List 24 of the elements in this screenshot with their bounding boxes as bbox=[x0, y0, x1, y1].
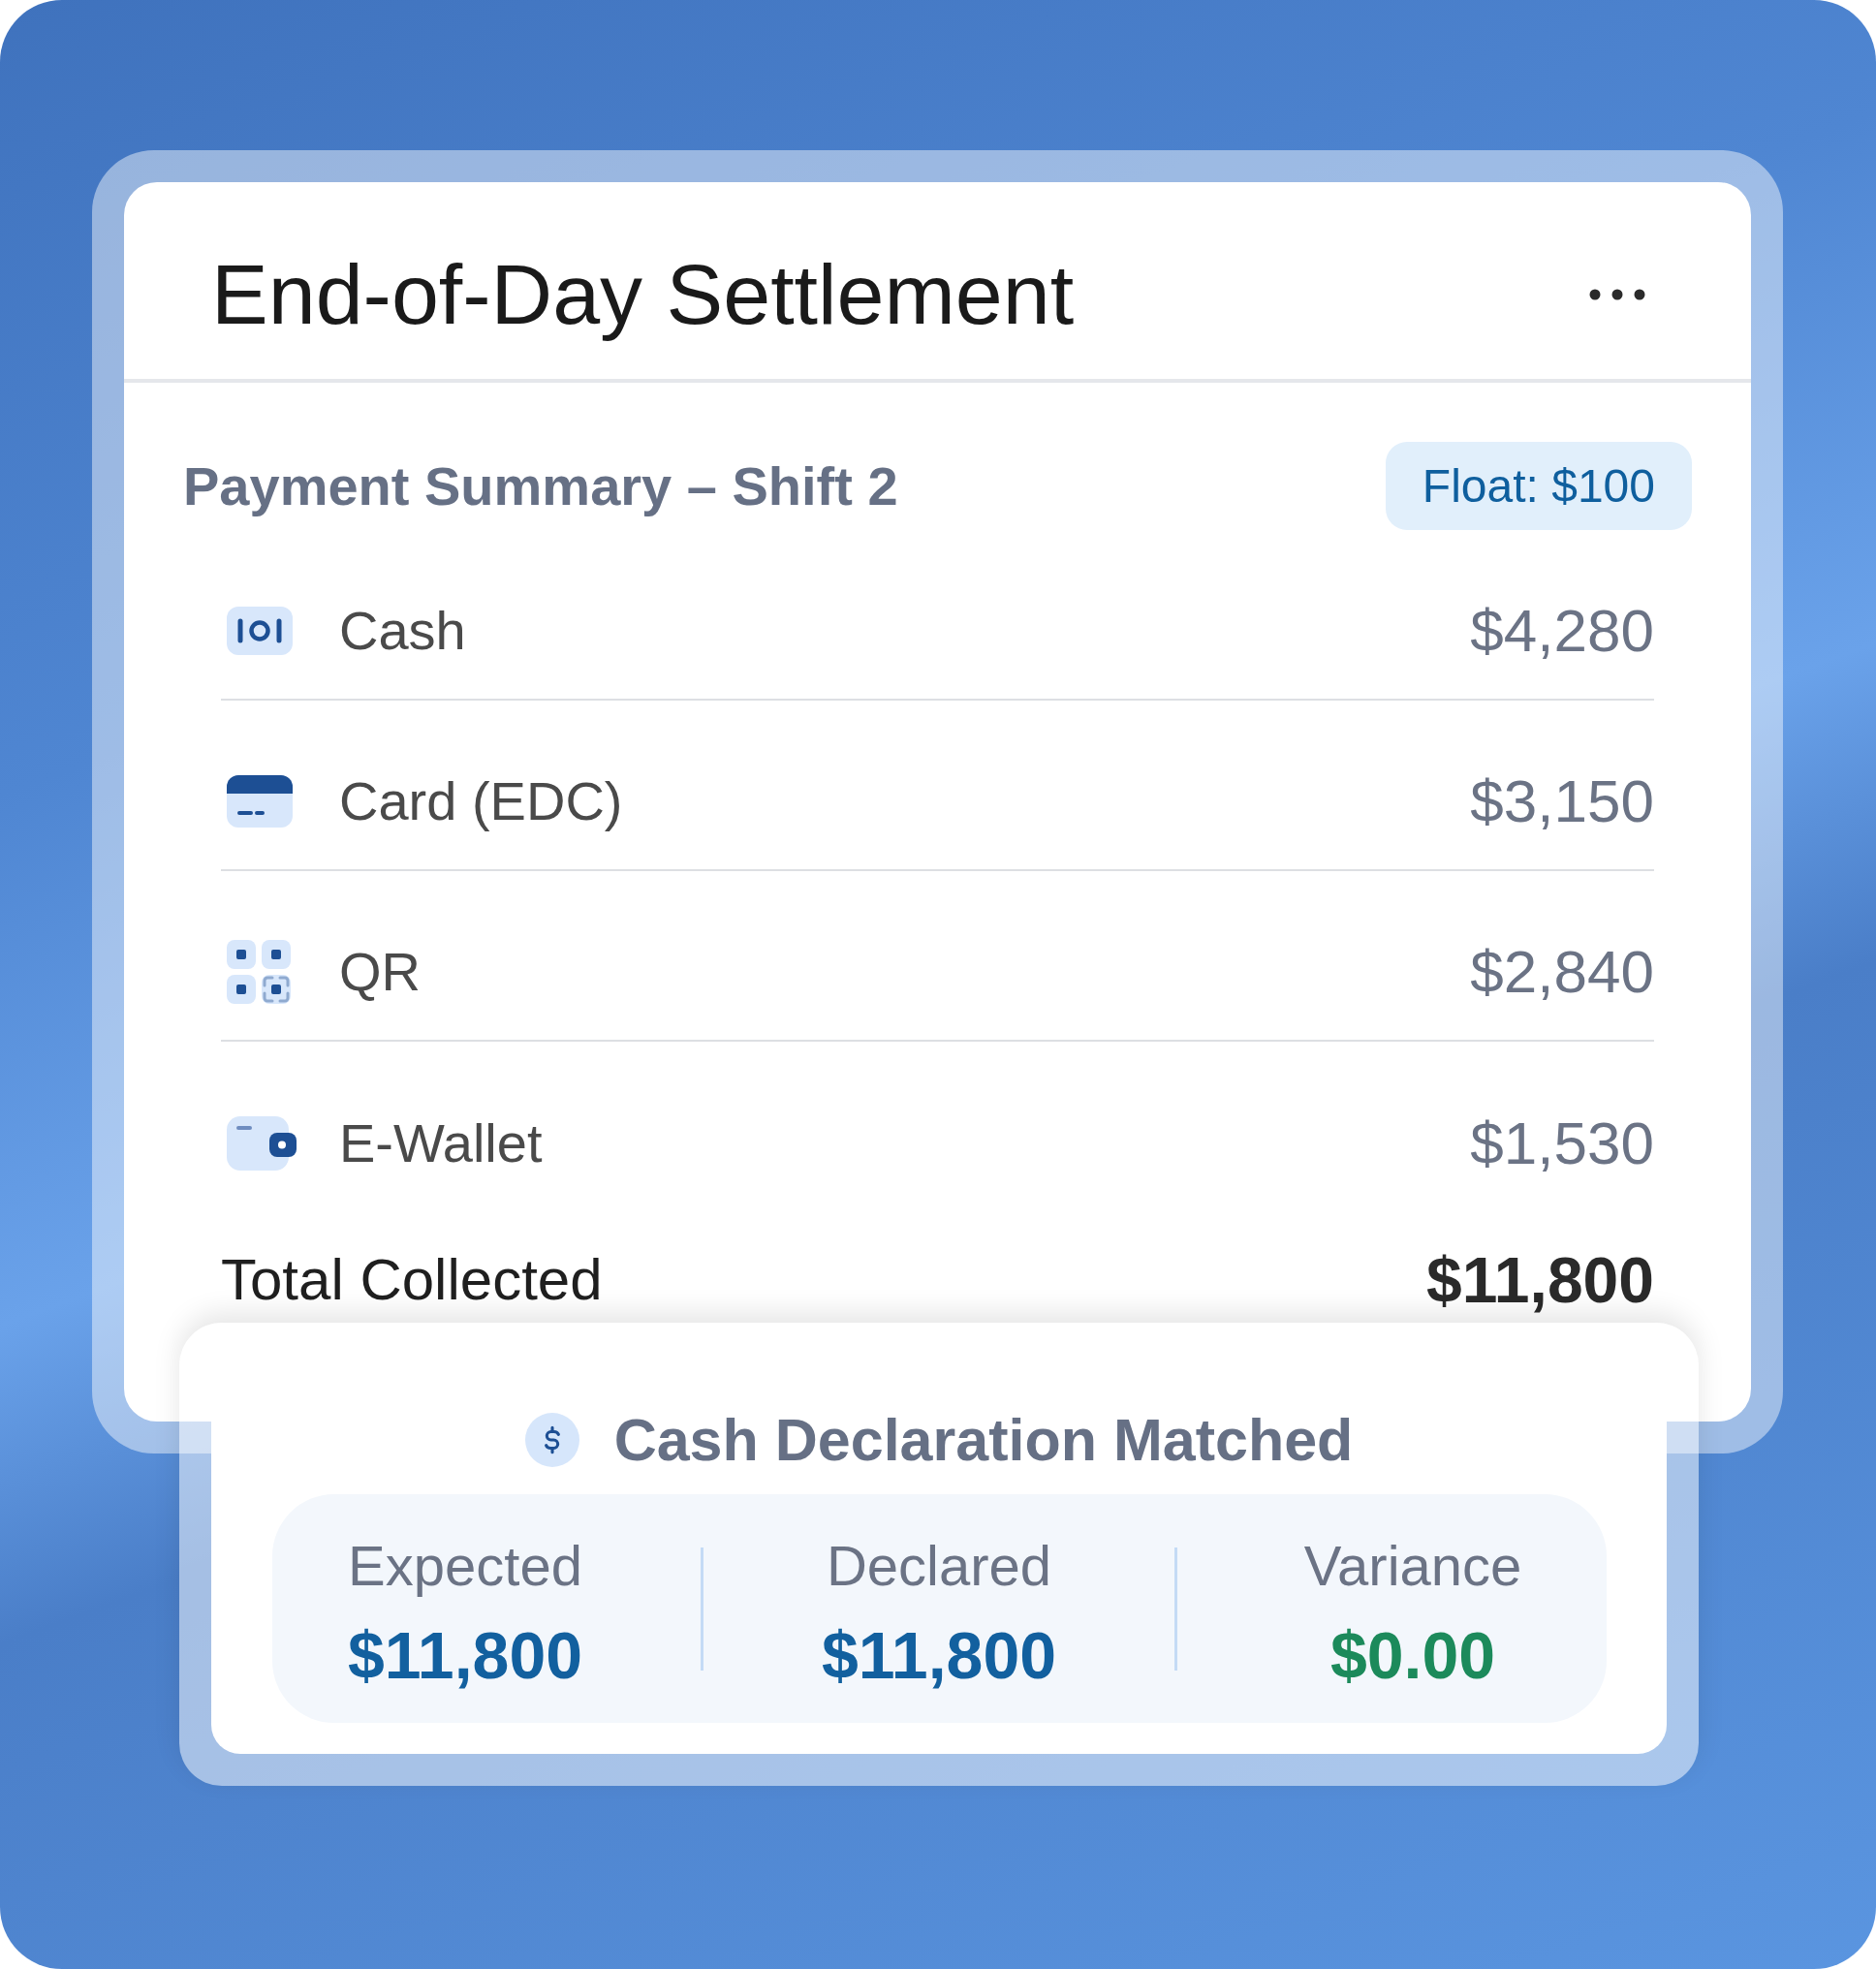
stat-label: Variance bbox=[1303, 1535, 1522, 1597]
more-icon bbox=[1589, 288, 1645, 300]
banknote-icon bbox=[227, 607, 293, 655]
total-label: Total Collected bbox=[221, 1247, 603, 1313]
float-badge: Float: $100 bbox=[1385, 442, 1692, 530]
stat-value: $11,800 bbox=[347, 1618, 583, 1692]
stat-value: $0.00 bbox=[1329, 1618, 1496, 1692]
payment-amount: $2,840 bbox=[1470, 939, 1654, 1005]
stat-label: Expected bbox=[348, 1535, 582, 1597]
credit-card-icon bbox=[227, 775, 293, 828]
declaration-title: Cash Declaration Matched bbox=[613, 1407, 1354, 1473]
wallet-icon bbox=[227, 1116, 297, 1171]
stat-label: Declared bbox=[826, 1535, 1052, 1597]
total-amount: $11,800 bbox=[1426, 1247, 1654, 1313]
payment-amount: $4,280 bbox=[1470, 598, 1654, 664]
payment-label: Cash bbox=[339, 600, 466, 662]
payment-label: E-Wallet bbox=[339, 1112, 543, 1174]
qr-code-icon bbox=[227, 940, 291, 1004]
payment-amount: $3,150 bbox=[1470, 768, 1654, 834]
stat-value: $11,800 bbox=[821, 1618, 1057, 1692]
payment-label: Card (EDC) bbox=[339, 770, 623, 832]
payment-amount: $1,530 bbox=[1470, 1110, 1654, 1176]
section-title: Payment Summary – Shift 2 bbox=[183, 453, 898, 518]
payment-label: QR bbox=[339, 941, 421, 1003]
